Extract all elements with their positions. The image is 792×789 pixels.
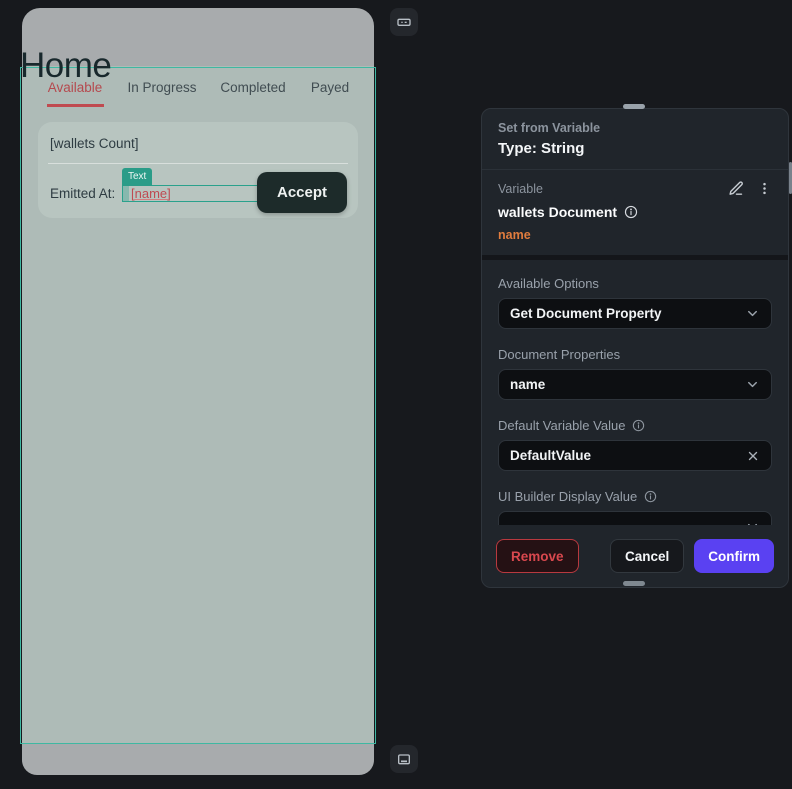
ui-builder-display-label: UI Builder Display Value bbox=[498, 487, 772, 505]
confirm-button[interactable]: Confirm bbox=[694, 539, 774, 573]
kebab-menu-icon bbox=[757, 181, 772, 196]
info-icon[interactable] bbox=[624, 205, 638, 219]
dock-bottom-icon bbox=[396, 751, 412, 767]
document-properties-value: name bbox=[510, 377, 546, 392]
variable-property: name bbox=[498, 228, 531, 242]
variable-options-menu-button[interactable] bbox=[757, 181, 772, 196]
chevron-down-icon bbox=[745, 306, 760, 321]
tab-completed[interactable]: Completed bbox=[220, 80, 285, 95]
phone-nav-bar bbox=[22, 744, 374, 775]
default-value-input[interactable] bbox=[510, 448, 746, 463]
selected-text-value[interactable]: [name] bbox=[129, 186, 171, 201]
wallets-count-text[interactable]: [wallets Count] bbox=[50, 136, 139, 151]
chevron-down-icon bbox=[745, 377, 760, 392]
panel-header: Set from Variable Type: String bbox=[482, 109, 788, 170]
panel-drag-handle-top[interactable] bbox=[623, 104, 645, 109]
document-properties-group: Document Properties name bbox=[498, 345, 772, 400]
default-value-label-text: Default Variable Value bbox=[498, 417, 626, 433]
clear-default-value-button[interactable] bbox=[746, 449, 760, 463]
default-value-field-wrap bbox=[498, 440, 772, 471]
info-icon[interactable] bbox=[632, 419, 645, 432]
panel-form: Available Options Get Document Property … bbox=[482, 260, 788, 542]
edit-variable-button[interactable] bbox=[728, 180, 745, 197]
variable-name: wallets Document bbox=[498, 204, 618, 220]
keyboard-icon bbox=[396, 14, 412, 30]
variable-type-label: Type: String bbox=[498, 140, 585, 157]
info-icon[interactable] bbox=[644, 490, 657, 503]
active-tab-indicator bbox=[47, 104, 104, 107]
keyboard-toggle-button[interactable] bbox=[390, 8, 418, 36]
card-divider bbox=[48, 163, 348, 164]
available-options-value: Get Document Property bbox=[510, 306, 662, 321]
panel-drag-handle-bottom[interactable] bbox=[623, 581, 645, 586]
default-value-group: Default Variable Value bbox=[498, 416, 772, 471]
panel-footer: Remove Cancel Confirm bbox=[482, 525, 788, 587]
variable-section-label: Variable bbox=[498, 181, 543, 196]
builder-canvas: Home Available In Progress Completed Pay… bbox=[0, 0, 792, 789]
default-value-label: Default Variable Value bbox=[498, 416, 772, 434]
variable-section: Variable wallets Document name bbox=[482, 170, 788, 260]
tab-in-progress[interactable]: In Progress bbox=[127, 80, 196, 95]
available-options-select[interactable]: Get Document Property bbox=[498, 298, 772, 329]
tab-available[interactable]: Available bbox=[48, 80, 103, 95]
edit-pencil-icon bbox=[728, 180, 745, 197]
ui-builder-display-label-text: UI Builder Display Value bbox=[498, 488, 638, 504]
selected-widget-type-badge: Text bbox=[122, 168, 153, 186]
emitted-at-label[interactable]: Emitted At: bbox=[50, 186, 115, 201]
set-from-variable-panel: Set from Variable Type: String Variable bbox=[481, 108, 789, 588]
document-properties-label: Document Properties bbox=[498, 346, 621, 362]
panel-title: Set from Variable bbox=[498, 121, 601, 135]
cancel-button[interactable]: Cancel bbox=[609, 539, 685, 573]
document-properties-select[interactable]: name bbox=[498, 369, 772, 400]
close-icon bbox=[746, 449, 760, 463]
available-options-group: Available Options Get Document Property bbox=[498, 274, 772, 329]
bottom-panel-toggle-button[interactable] bbox=[390, 745, 418, 773]
tab-payed[interactable]: Payed bbox=[311, 80, 349, 95]
accept-button[interactable]: Accept bbox=[257, 172, 347, 213]
remove-button[interactable]: Remove bbox=[496, 539, 579, 573]
available-options-label: Available Options bbox=[498, 275, 599, 291]
